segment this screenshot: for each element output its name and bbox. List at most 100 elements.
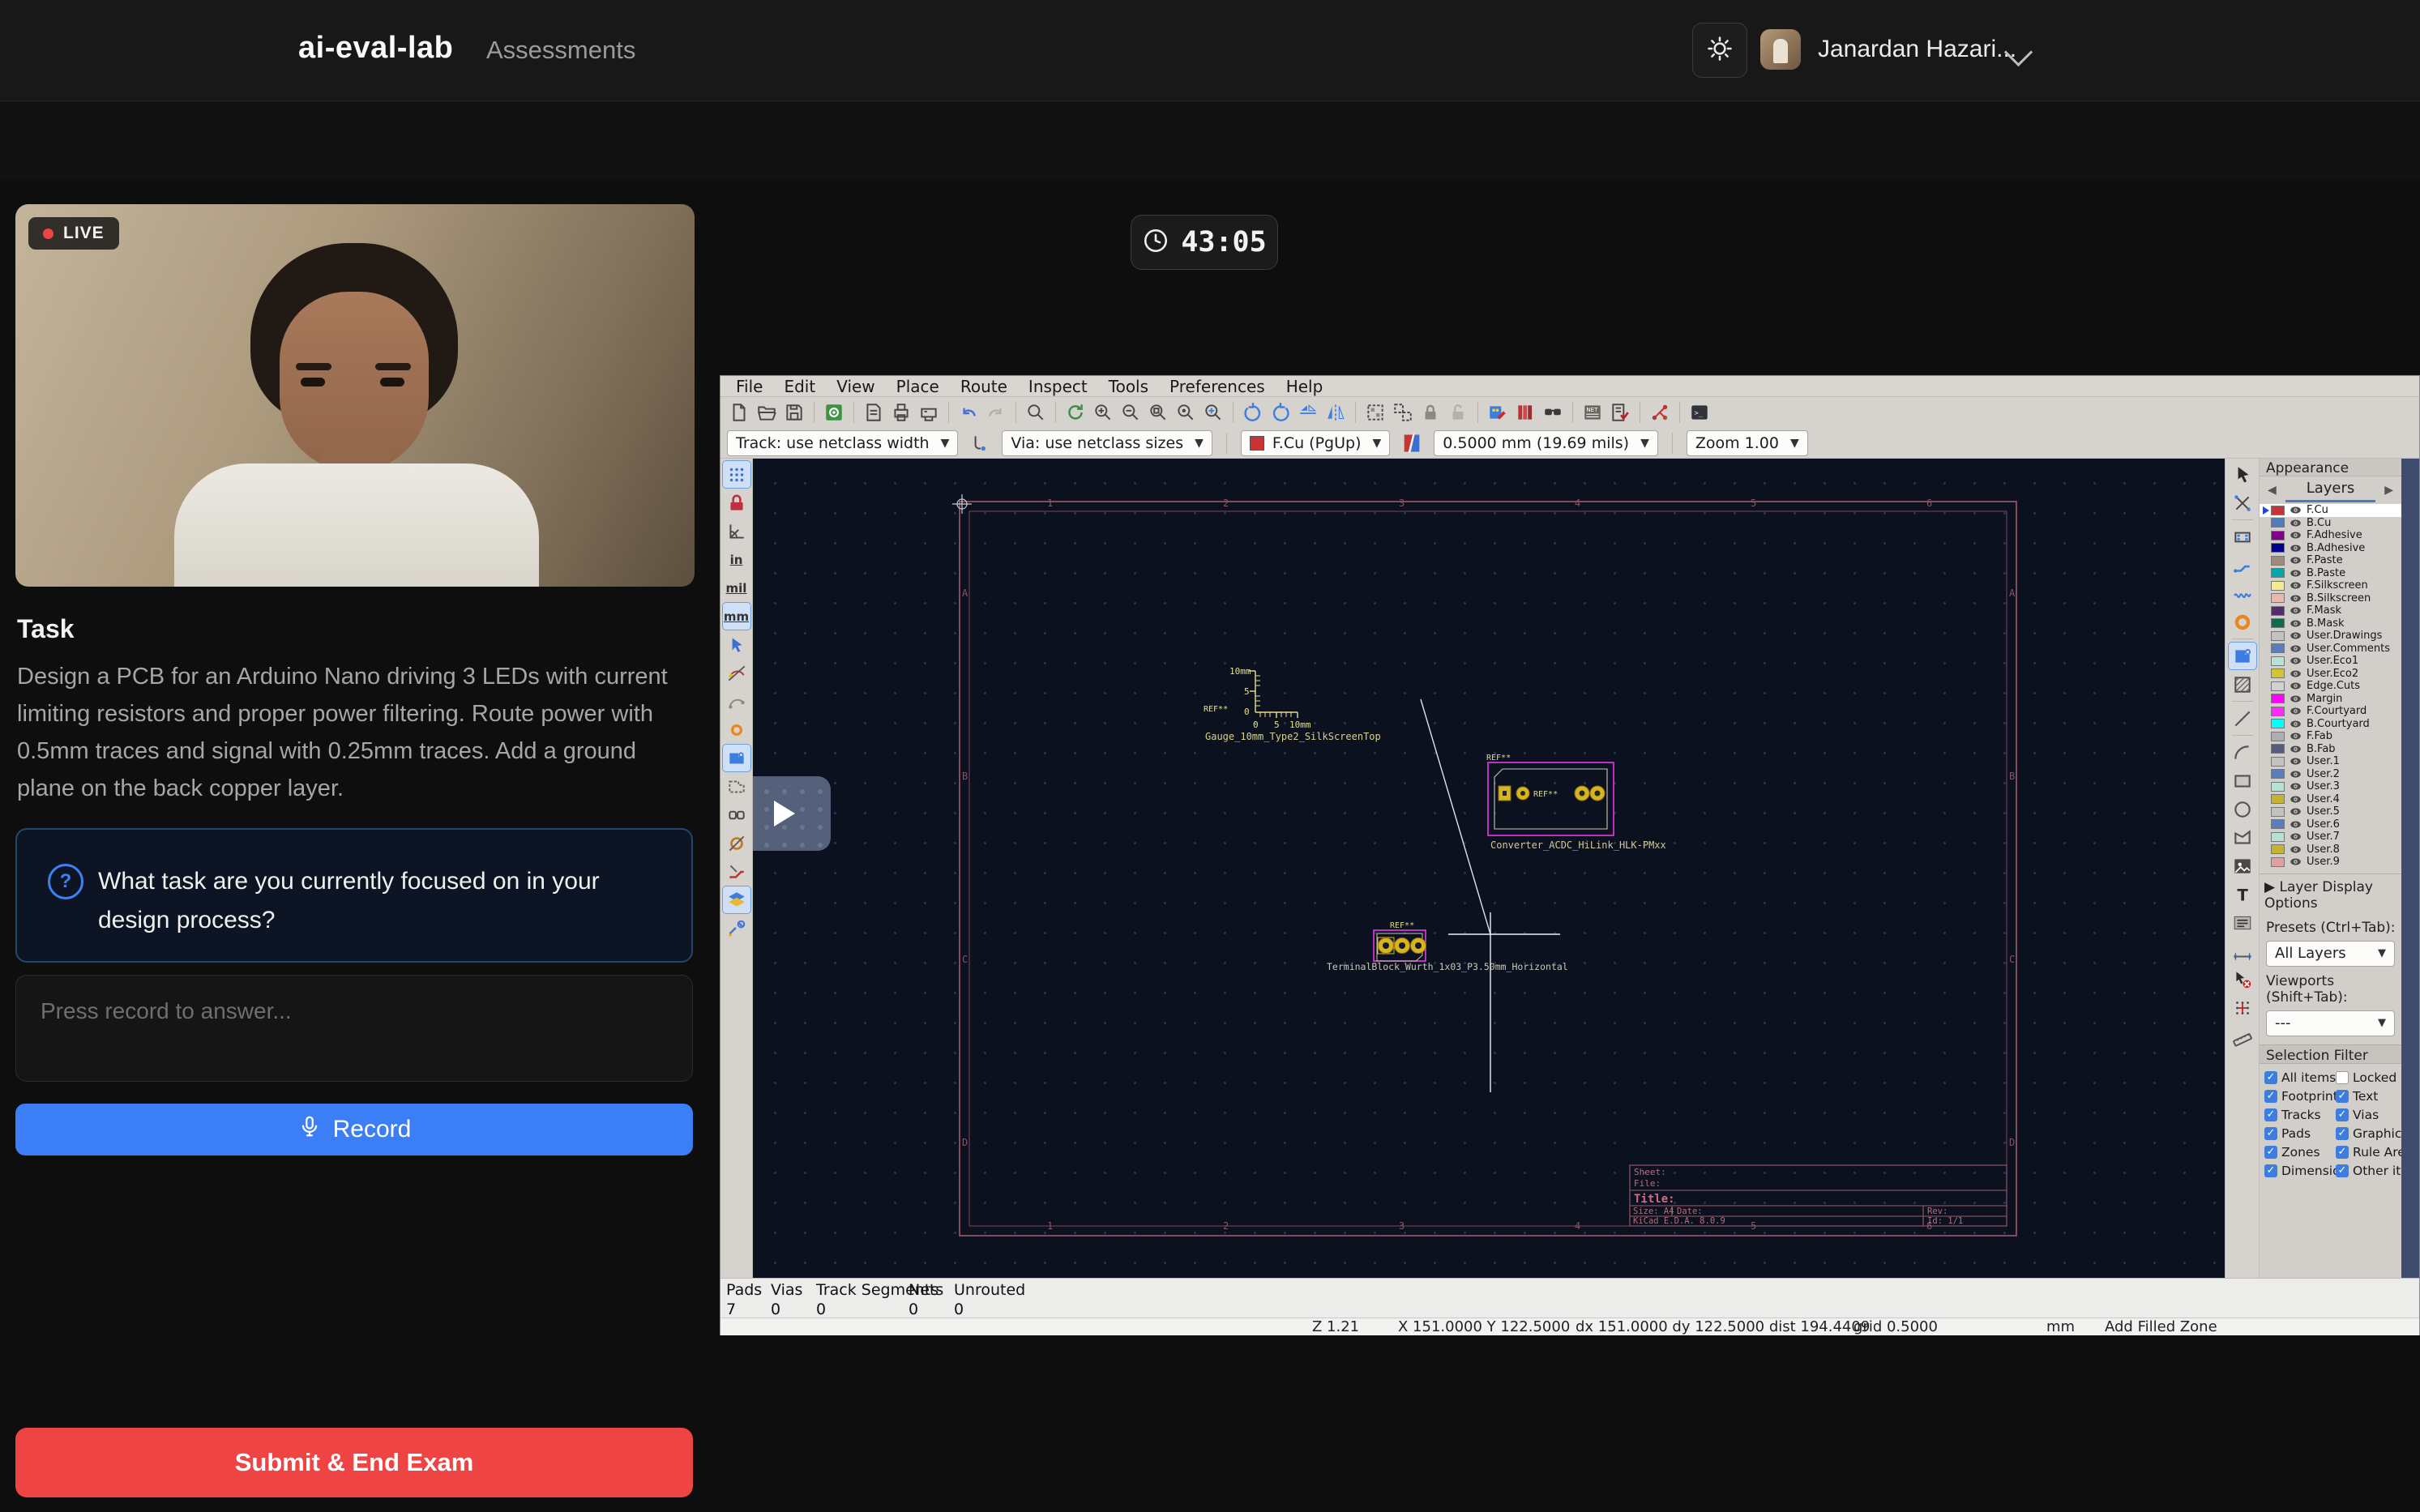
layer-row-f-paste[interactable]: F.Paste (2260, 554, 2401, 567)
filter-tracks[interactable]: ✓Tracks (2264, 1108, 2336, 1122)
layer-row-user-7[interactable]: User.7 (2260, 831, 2401, 844)
layer-color-swatch[interactable] (2271, 794, 2285, 804)
visibility-eye-icon[interactable] (2290, 569, 2302, 578)
layer-row-user-comments[interactable]: User.Comments (2260, 643, 2401, 656)
zoom-in-button[interactable] (1089, 399, 1117, 425)
locked-items-button[interactable] (723, 489, 750, 516)
layer-color-swatch[interactable] (2271, 656, 2285, 666)
layer-color-swatch[interactable] (2271, 668, 2285, 678)
units-mm-button[interactable]: mm (723, 603, 750, 630)
viewports-select[interactable]: ---▼ (2266, 1010, 2395, 1036)
via-size-select[interactable]: Via: use netclass sizes▼ (1002, 430, 1212, 456)
board-setup-button[interactable] (820, 399, 848, 425)
checkbox-icon[interactable]: ✓ (2264, 1108, 2277, 1121)
ungroup-button[interactable] (1389, 399, 1417, 425)
filter-text[interactable]: ✓Text (2336, 1089, 2401, 1104)
visibility-eye-icon[interactable] (2290, 544, 2302, 553)
visibility-eye-icon[interactable] (2290, 619, 2302, 628)
checkbox-icon[interactable]: ✓ (2264, 1164, 2277, 1177)
visibility-eye-icon[interactable] (2290, 531, 2302, 540)
visibility-eye-icon[interactable] (2290, 694, 2302, 703)
layer-row-b-silkscreen[interactable]: B.Silkscreen (2260, 592, 2401, 605)
layer-row-edge-cuts[interactable]: Edge.Cuts (2260, 680, 2401, 693)
nav-assessments-link[interactable]: Assessments (486, 36, 635, 65)
layer-row-margin[interactable]: Margin (2260, 693, 2401, 706)
refresh-button[interactable] (1062, 399, 1089, 425)
visibility-eye-icon[interactable] (2290, 506, 2302, 515)
theme-toggle-button[interactable] (1692, 23, 1747, 78)
layer-row-b-adhesive[interactable]: B.Adhesive (2260, 542, 2401, 555)
active-layer-select[interactable]: F.Cu (PgUp)▼ (1241, 430, 1390, 456)
layer-row-user-4[interactable]: User.4 (2260, 793, 2401, 806)
grid-size-select[interactable]: 0.5000 mm (19.69 mils)▼ (1434, 430, 1658, 456)
3d-viewer-button[interactable] (1539, 399, 1567, 425)
add-text-button[interactable]: T (2229, 881, 2256, 908)
checkbox-icon[interactable]: ✓ (2264, 1090, 2277, 1103)
menu-preferences[interactable]: Preferences (1159, 377, 1276, 396)
layer-row-user-5[interactable]: User.5 (2260, 805, 2401, 818)
track-width-icon[interactable] (966, 430, 994, 456)
add-textbox-button[interactable] (2229, 909, 2256, 936)
visibility-eye-icon[interactable] (2290, 644, 2302, 653)
rotate-ccw-button[interactable] (1239, 399, 1267, 425)
grid-toggle-button[interactable] (723, 461, 750, 488)
track-outline-button[interactable] (723, 858, 750, 885)
scripting-console-button[interactable]: >_ (1686, 399, 1713, 425)
mirror-horizontal-button[interactable] (1322, 399, 1349, 425)
group-button[interactable] (1362, 399, 1389, 425)
layer-color-swatch[interactable] (2271, 844, 2285, 854)
layer-color-swatch[interactable] (2271, 744, 2285, 754)
visibility-eye-icon[interactable] (2290, 832, 2302, 841)
local-ratsnest-button[interactable] (2229, 489, 2256, 516)
layer-row-user-6[interactable]: User.6 (2260, 818, 2401, 831)
menu-help[interactable]: Help (1276, 377, 1334, 396)
footprint-editor-button[interactable] (1484, 399, 1511, 425)
record-button[interactable]: Record (15, 1104, 693, 1155)
layer-row-f-mask[interactable]: F.Mask (2260, 604, 2401, 617)
layer-color-swatch[interactable] (2271, 606, 2285, 616)
layer-row-b-mask[interactable]: B.Mask (2260, 617, 2401, 630)
route-tracks-button[interactable] (2229, 552, 2256, 579)
layer-color-swatch[interactable] (2271, 757, 2285, 767)
grid-origin-button[interactable] (2229, 994, 2256, 1021)
menu-file[interactable]: File (725, 377, 773, 396)
delete-tool-button[interactable] (2229, 966, 2256, 993)
layer-row-user-2[interactable]: User.2 (2260, 768, 2401, 781)
add-dimension-button[interactable] (2229, 938, 2256, 964)
answer-textarea[interactable] (15, 975, 693, 1082)
checkbox-icon[interactable]: ✓ (2336, 1146, 2349, 1159)
redo-button[interactable] (982, 399, 1010, 425)
draw-polygon-button[interactable] (2229, 824, 2256, 851)
menu-view[interactable]: View (826, 377, 885, 396)
layer-pair-icon[interactable] (1398, 430, 1426, 456)
properties-tools-button[interactable] (723, 915, 750, 942)
draw-circle-button[interactable] (2229, 796, 2256, 822)
add-image-button[interactable] (2229, 852, 2256, 879)
add-via-button[interactable] (2229, 609, 2256, 635)
add-filled-zone-button[interactable] (2229, 643, 2256, 669)
tune-length-button[interactable] (2229, 580, 2256, 607)
draw-rectangle-button[interactable] (2229, 767, 2256, 794)
layer-row-b-fab[interactable]: B.Fab (2260, 743, 2401, 756)
find-button[interactable] (1022, 399, 1050, 425)
layer-row-f-cu[interactable]: F.Cu (2260, 504, 2401, 517)
layer-color-swatch[interactable] (2271, 694, 2285, 703)
checkbox-icon[interactable]: ✓ (2264, 1146, 2277, 1159)
visibility-eye-icon[interactable] (2290, 807, 2302, 816)
pad-outline-button[interactable] (723, 801, 750, 828)
checkbox-icon[interactable] (2336, 1071, 2349, 1084)
new-file-button[interactable] (725, 399, 753, 425)
layer-row-f-fab[interactable]: F.Fab (2260, 730, 2401, 743)
layer-row-user-1[interactable]: User.1 (2260, 755, 2401, 768)
cross-probe-button[interactable] (1646, 399, 1674, 425)
plot-button[interactable] (915, 399, 943, 425)
layer-color-swatch[interactable] (2271, 707, 2285, 716)
filter-dimensions[interactable]: ✓Dimensions (2264, 1164, 2336, 1178)
layer-color-swatch[interactable] (2271, 807, 2285, 817)
layer-color-swatch[interactable] (2271, 769, 2285, 779)
zoom-selection-button[interactable] (1199, 399, 1227, 425)
layer-color-swatch[interactable] (2271, 719, 2285, 728)
layer-row-b-cu[interactable]: B.Cu (2260, 517, 2401, 530)
layer-row-user-drawings[interactable]: User.Drawings (2260, 630, 2401, 643)
layer-color-swatch[interactable] (2271, 568, 2285, 578)
